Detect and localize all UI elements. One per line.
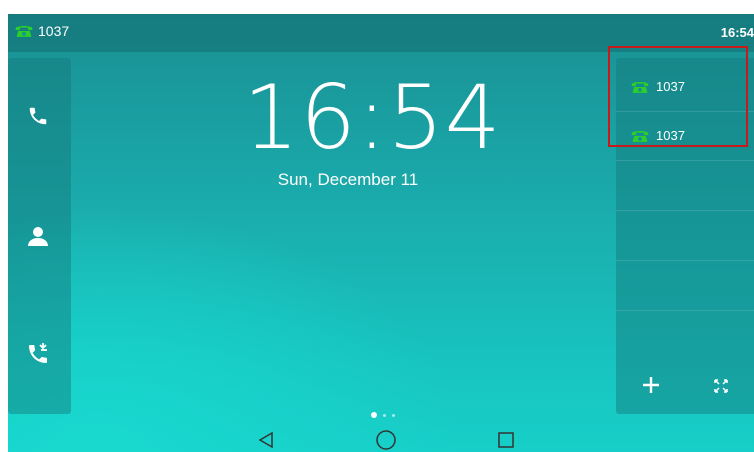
plus-icon [643, 376, 659, 393]
page-dot [383, 413, 386, 417]
back-triangle-icon [258, 431, 273, 449]
fullscreen-icon [714, 379, 728, 393]
history-button[interactable] [18, 334, 58, 374]
clock-date: Sun, December 11 [277, 170, 419, 189]
page-dot [392, 413, 395, 417]
page-dot-active [371, 412, 377, 418]
navigation-bar [8, 426, 754, 452]
recent-square-icon [498, 432, 514, 448]
green-phone-icon [15, 26, 33, 37]
recent-apps-button[interactable] [494, 428, 518, 452]
left-dock [8, 58, 71, 414]
add-button[interactable] [616, 371, 686, 402]
contact-icon [28, 227, 48, 246]
call-history-icon [29, 343, 47, 363]
device-frame: 1037 16:54 16:54 Sun, December 11 1037 1… [0, 0, 754, 452]
status-time: 16:54 [720, 25, 754, 40]
status-account[interactable]: 1037 [14, 23, 69, 39]
fullscreen-button[interactable] [686, 378, 754, 394]
page-indicator [371, 412, 395, 418]
home-button[interactable] [374, 428, 398, 452]
highlight-box [608, 46, 748, 147]
back-button[interactable] [254, 428, 278, 452]
status-account-label: 1037 [38, 23, 70, 39]
clock-time: 16:54 [243, 66, 502, 169]
empty-slot[interactable] [616, 261, 754, 311]
phone-icon [29, 107, 47, 125]
home-circle-icon [376, 430, 396, 450]
dialer-button[interactable] [18, 96, 58, 136]
empty-slot[interactable] [616, 311, 754, 360]
directory-button[interactable] [18, 216, 58, 256]
panel-toolbar [616, 363, 754, 409]
empty-slot[interactable] [616, 161, 754, 211]
empty-slot[interactable] [616, 211, 754, 261]
